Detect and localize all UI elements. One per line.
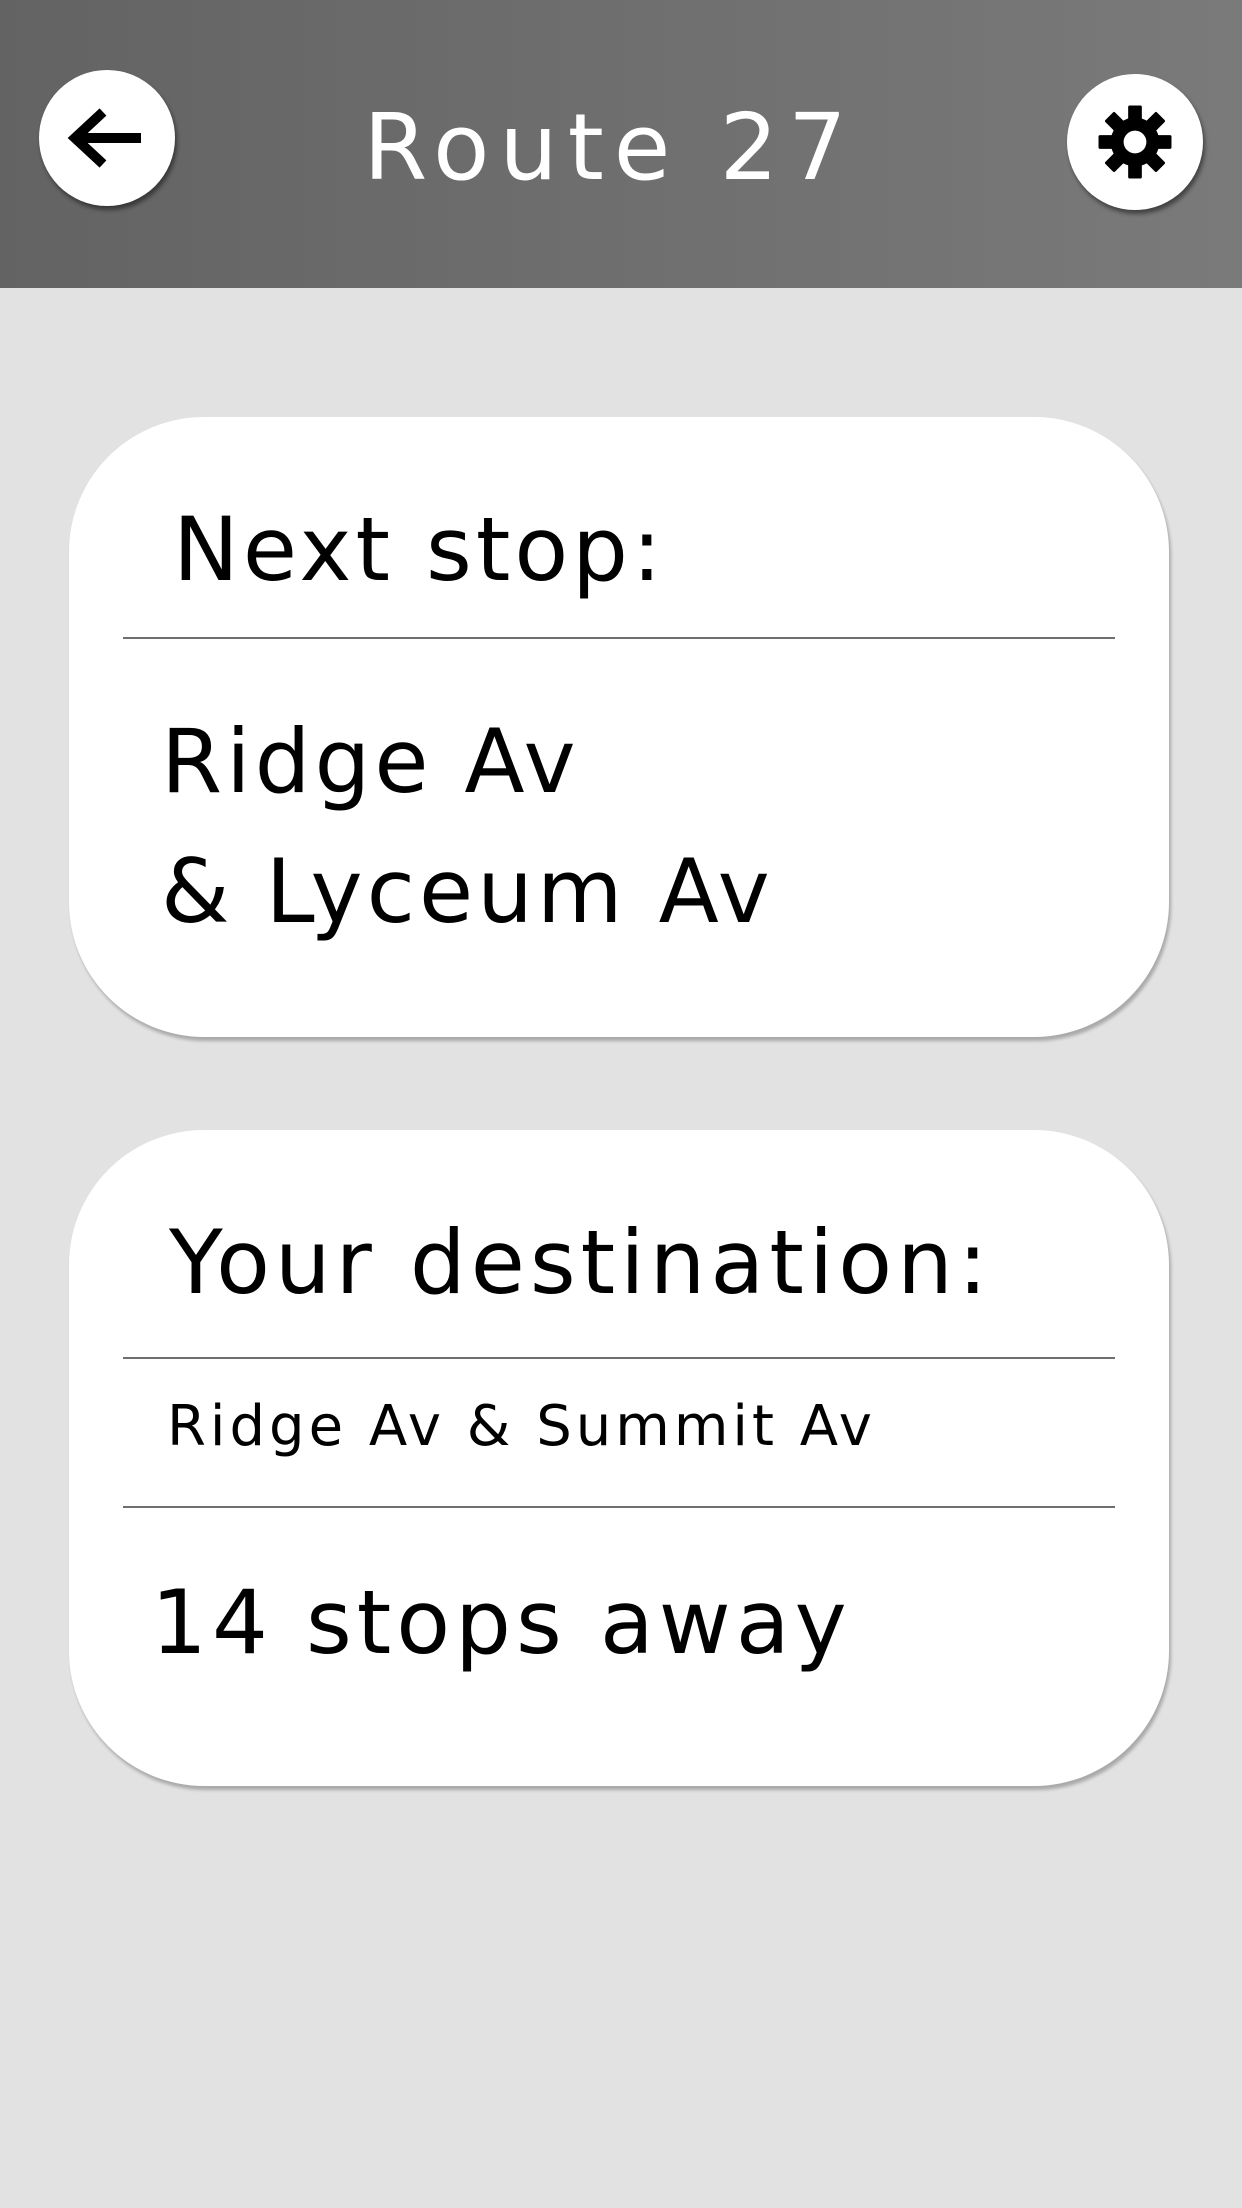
next-stop-card: Next stop: Ridge Av & Lyceum Av — [69, 417, 1169, 1037]
next-stop-line-2: & Lyceum Av — [161, 840, 774, 943]
destination-name: Ridge Av & Summit Av — [167, 1394, 876, 1459]
destination-label: Your destination: — [169, 1211, 993, 1314]
gear-icon — [1097, 104, 1173, 180]
page-title: Route 27 — [363, 94, 857, 201]
destination-card: Your destination: Ridge Av & Summit Av 1… — [69, 1130, 1169, 1786]
next-stop-label: Next stop: — [173, 498, 666, 601]
settings-button[interactable] — [1067, 74, 1203, 210]
divider — [123, 1357, 1115, 1359]
header-bar: Route 27 — [0, 0, 1242, 288]
stops-away-count: 14 stops away — [151, 1571, 852, 1674]
divider — [123, 1506, 1115, 1508]
divider — [123, 637, 1115, 639]
next-stop-name: Ridge Av & Lyceum Av — [161, 697, 774, 957]
next-stop-line-1: Ridge Av — [161, 710, 580, 813]
